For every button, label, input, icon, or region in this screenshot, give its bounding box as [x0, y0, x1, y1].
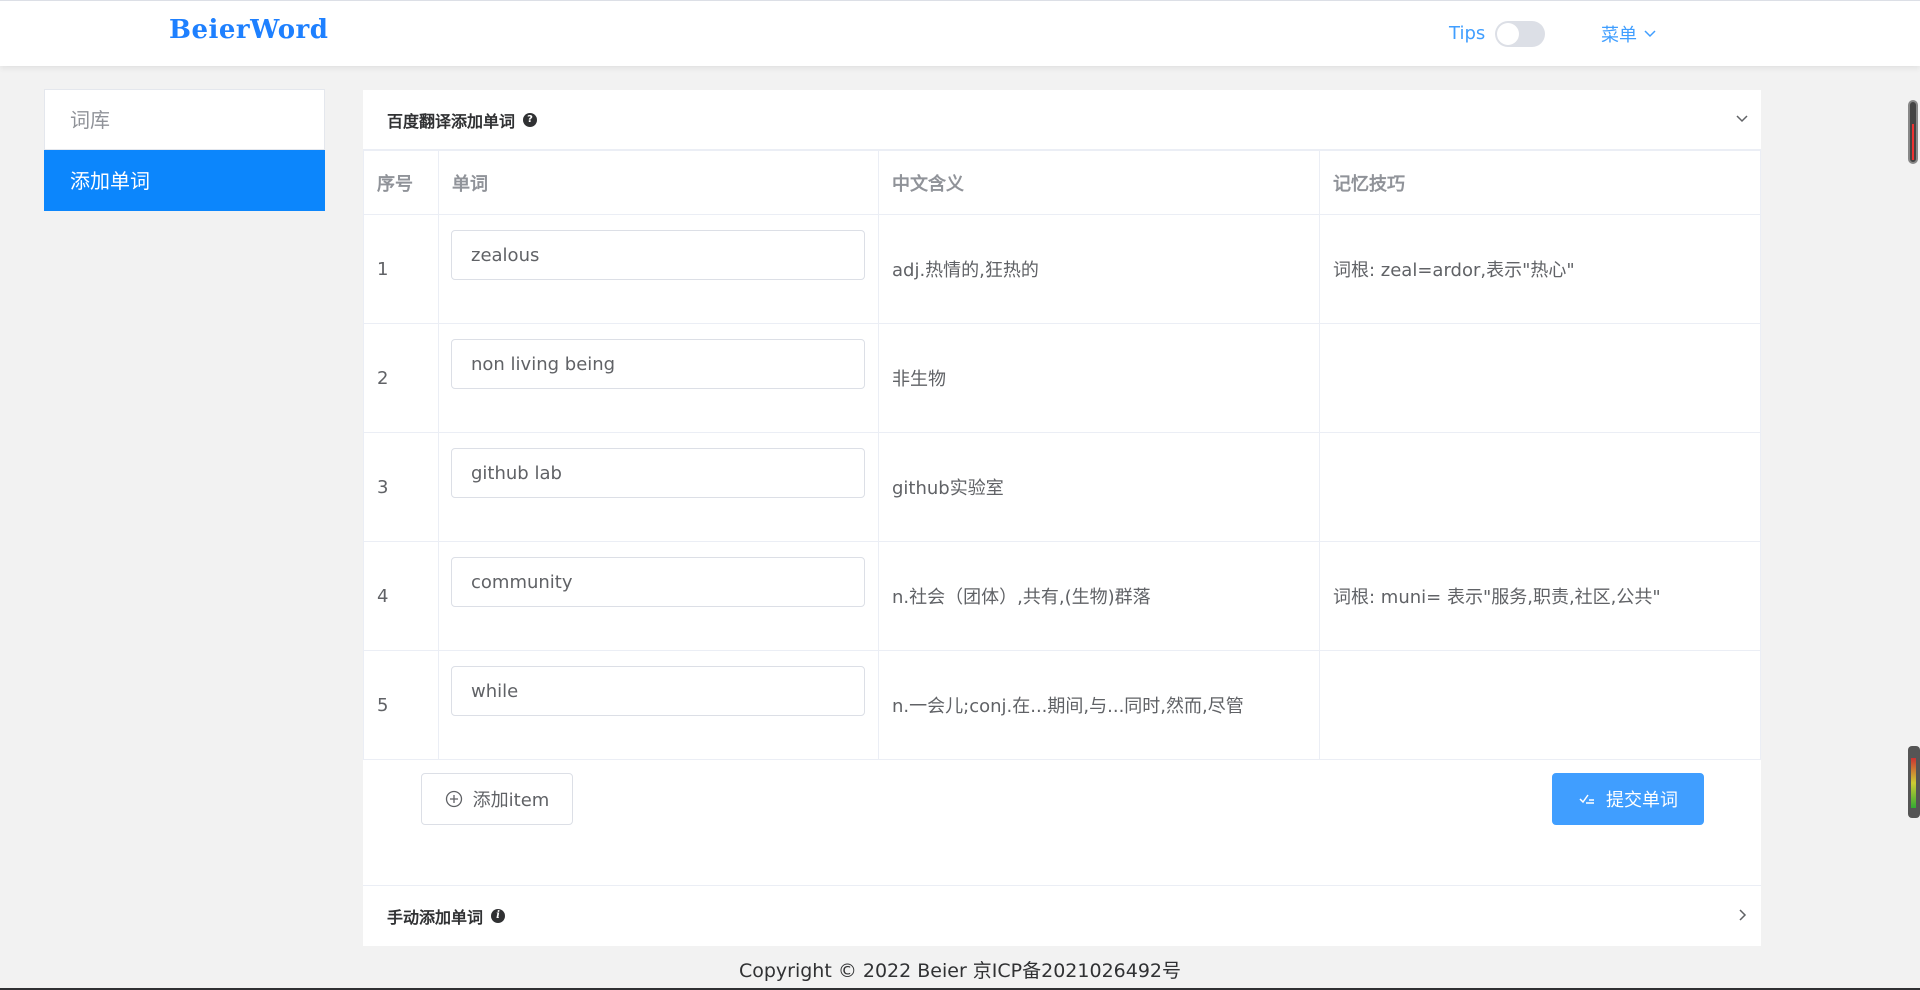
meaning-cell: n.社会（团体）,共有,(生物)群落: [878, 541, 1320, 651]
header-meaning: 中文含义: [878, 150, 1320, 215]
sidebar: 词库 添加单词: [44, 89, 325, 211]
tips-toggle[interactable]: [1495, 21, 1545, 47]
level-meter-widget[interactable]: [1908, 746, 1920, 818]
table-row: 4 n.社会（团体）,共有,(生物)群落 词根: muni= 表示"服务,职责,…: [363, 541, 1761, 651]
word-cell: [438, 650, 879, 760]
info-circle-icon[interactable]: i: [491, 909, 506, 923]
table-row: 2 非生物: [363, 323, 1761, 433]
add-item-label: 添加item: [472, 790, 550, 811]
app-logo[interactable]: BeierWord: [169, 15, 328, 45]
question-circle-icon[interactable]: ?: [523, 112, 538, 127]
meaning-cell: github实验室: [878, 432, 1320, 542]
add-item-button[interactable]: 添加item: [421, 773, 573, 825]
submit-words-button[interactable]: 提交单词: [1552, 773, 1704, 825]
tip-cell: [1319, 323, 1761, 433]
chevron-down-icon: [1644, 30, 1656, 38]
check-list-icon: [1579, 794, 1594, 804]
toggle-knob: [1497, 23, 1519, 45]
row-index: 2: [363, 323, 439, 433]
tip-cell: [1319, 432, 1761, 542]
word-input[interactable]: [451, 666, 865, 716]
table-row: 1 adj.热情的,狂热的 词根: zeal=ardor,表示"热心": [363, 214, 1761, 324]
word-cell: [438, 214, 879, 324]
plus-circle-icon: [445, 790, 462, 808]
word-input[interactable]: [451, 339, 865, 389]
sidebar-item-wordbank[interactable]: 词库: [44, 89, 325, 150]
tip-cell: 词根: zeal=ardor,表示"热心": [1319, 214, 1761, 324]
tip-cell: 词根: muni= 表示"服务,职责,社区,公共": [1319, 541, 1761, 651]
submit-words-label: 提交单词: [1606, 790, 1678, 811]
baidu-panel-header[interactable]: 百度翻译添加单词 ?: [363, 90, 1761, 150]
table-row: 3 github实验室: [363, 432, 1761, 542]
header-word: 单词: [438, 150, 879, 215]
main-content: 百度翻译添加单词 ? 序号 单词 中文含义 记忆技巧 1 adj.热情的,狂热的…: [363, 90, 1761, 946]
thermometer-widget[interactable]: [1908, 100, 1918, 164]
word-cell: [438, 432, 879, 542]
row-index: 3: [363, 432, 439, 542]
top-header: BeierWord Tips 菜单: [0, 0, 1920, 66]
header-tip: 记忆技巧: [1319, 150, 1761, 215]
header-index: 序号: [363, 150, 439, 215]
sidebar-item-add-word[interactable]: 添加单词: [44, 150, 325, 211]
manual-panel-title: 手动添加单词: [387, 908, 484, 927]
word-input[interactable]: [451, 230, 865, 280]
meaning-cell: adj.热情的,狂热的: [878, 214, 1320, 324]
meaning-cell: 非生物: [878, 323, 1320, 433]
word-cell: [438, 323, 879, 433]
table-row: 5 n.一会儿;conj.在...期间,与...同时,然而,尽管: [363, 650, 1761, 760]
word-input[interactable]: [451, 448, 865, 498]
tips-label: Tips: [1449, 23, 1486, 44]
row-index: 1: [363, 214, 439, 324]
word-cell: [438, 541, 879, 651]
row-index: 4: [363, 541, 439, 651]
tip-cell: [1319, 650, 1761, 760]
word-table: 序号 单词 中文含义 记忆技巧 1 adj.热情的,狂热的 词根: zeal=a…: [363, 150, 1761, 760]
table-actions: 添加item 提交单词: [363, 760, 1761, 886]
menu-label: 菜单: [1601, 25, 1637, 46]
menu-dropdown[interactable]: 菜单: [1601, 21, 1657, 47]
chevron-down-icon: [1736, 115, 1748, 123]
footer-copyright: Copyright © 2022 Beier 京ICP备2021026492号: [738, 960, 1182, 982]
manual-panel-header[interactable]: 手动添加单词 i: [363, 886, 1761, 946]
meaning-cell: n.一会儿;conj.在...期间,与...同时,然而,尽管: [878, 650, 1320, 760]
chevron-right-icon: [1739, 909, 1747, 921]
table-header-row: 序号 单词 中文含义 记忆技巧: [363, 150, 1761, 215]
row-index: 5: [363, 650, 439, 760]
baidu-panel-title: 百度翻译添加单词: [387, 111, 516, 131]
word-input[interactable]: [451, 557, 865, 607]
